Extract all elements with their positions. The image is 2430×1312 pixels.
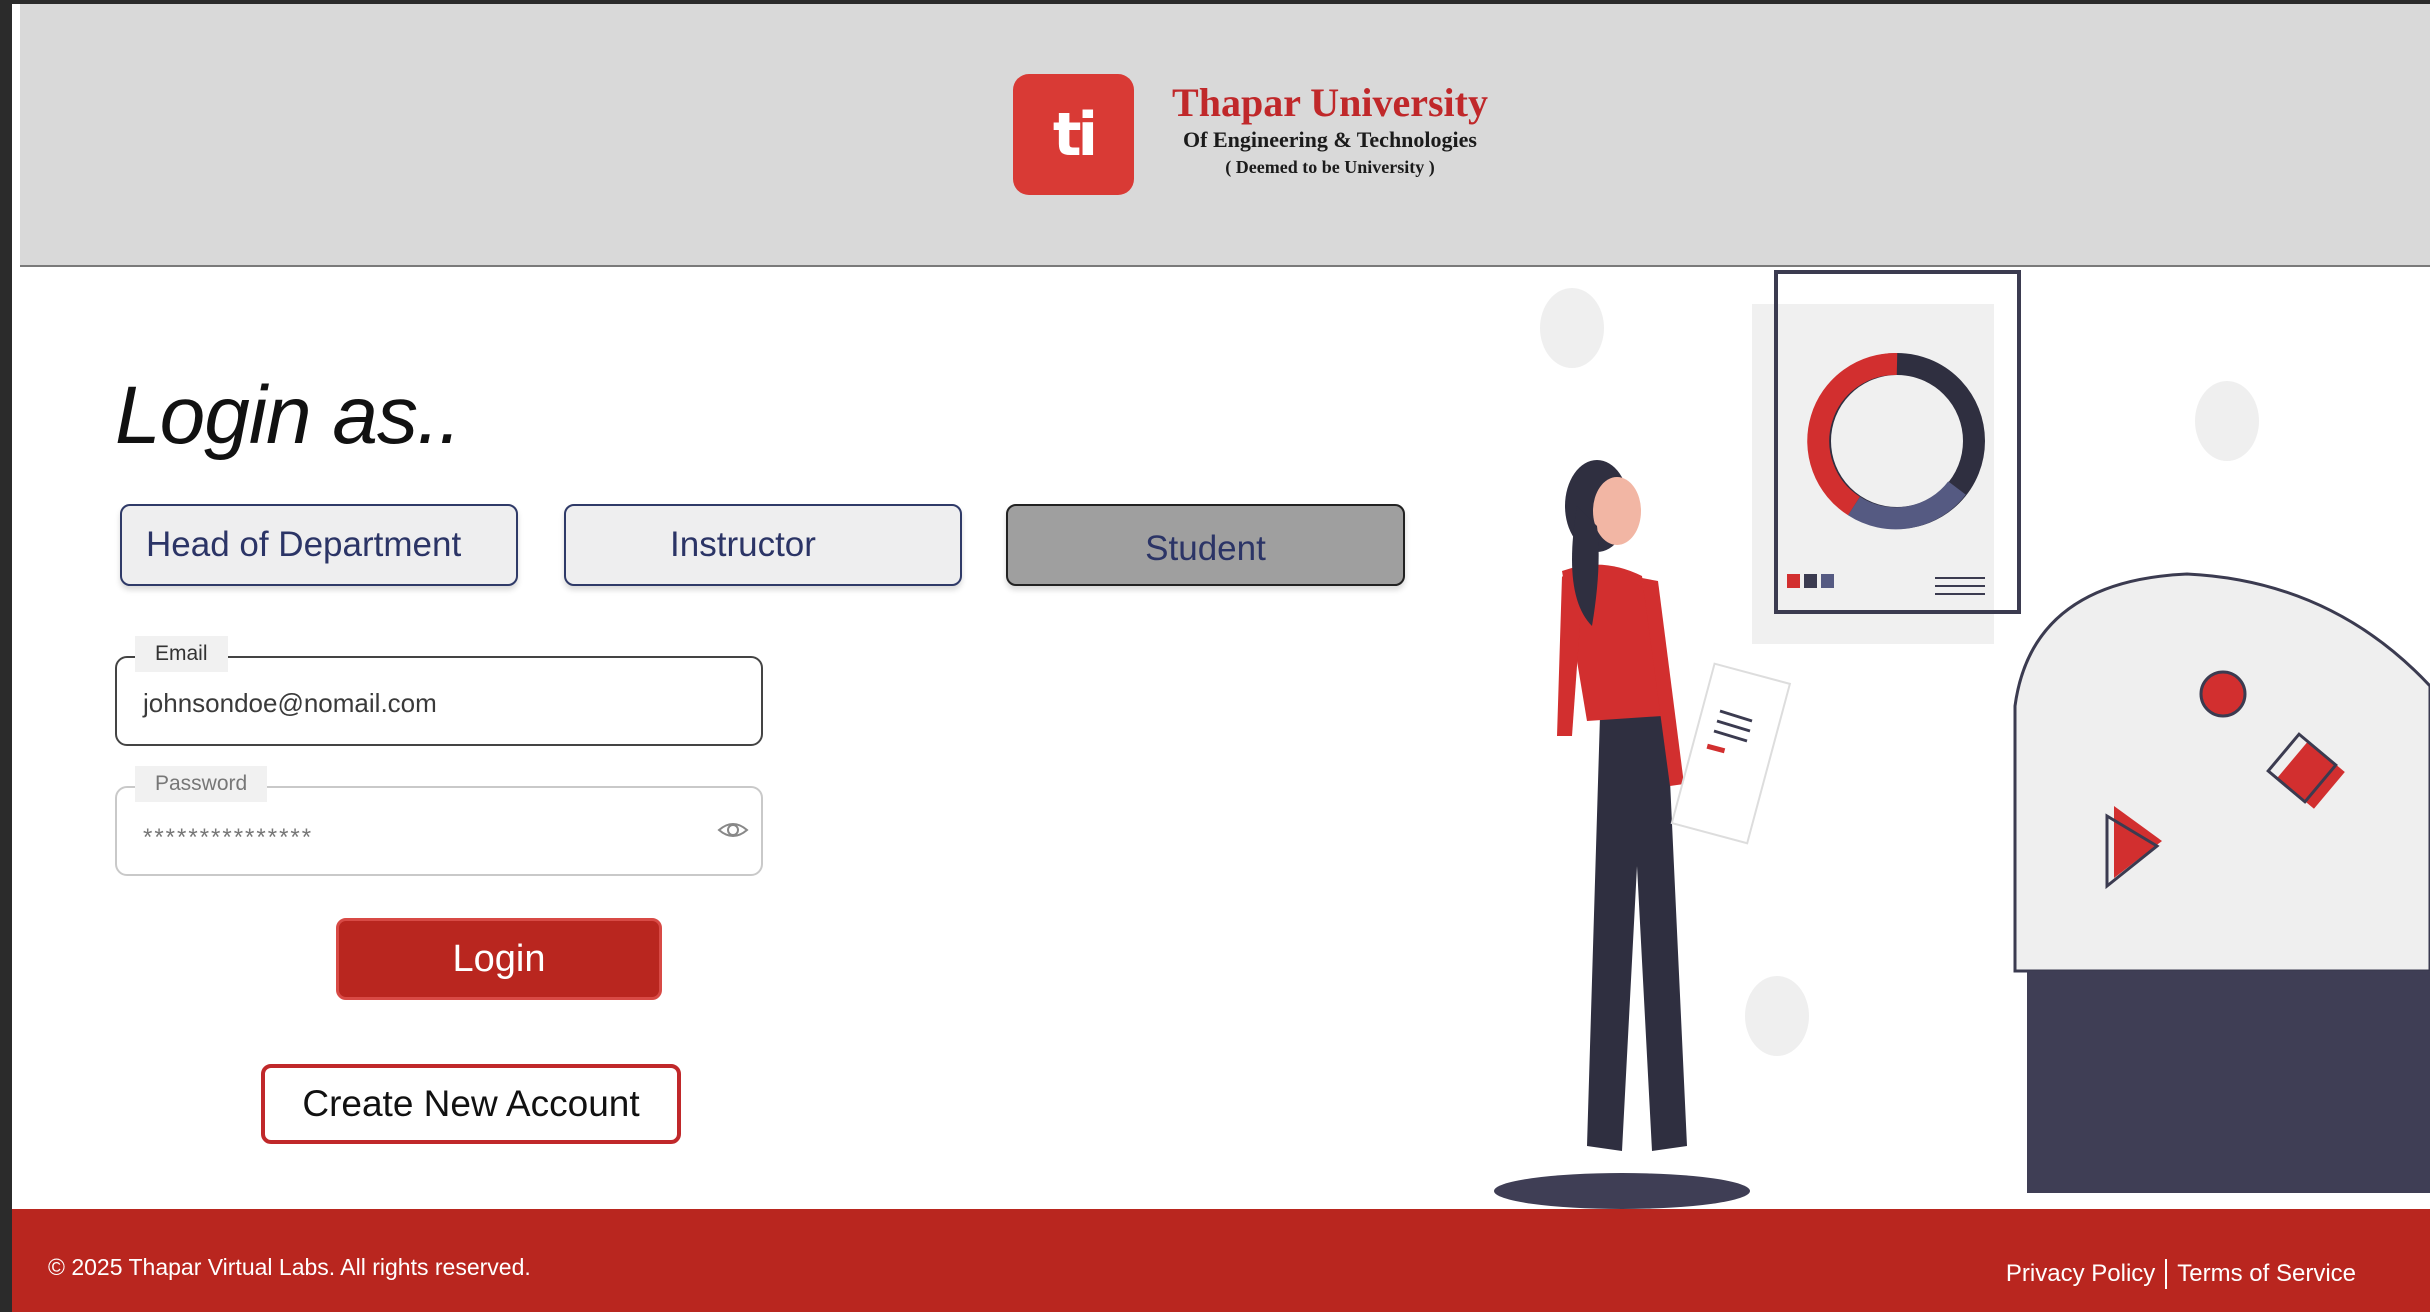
terms-of-service-link[interactable]: Terms of Service bbox=[2177, 1260, 2356, 1288]
role-instructor-button[interactable]: Instructor bbox=[564, 504, 962, 586]
brand-block: Thapar University Of Engineering & Techn… bbox=[1160, 80, 1500, 180]
brand-note: ( Deemed to be University ) bbox=[1225, 157, 1435, 177]
password-value[interactable]: *************** bbox=[143, 824, 313, 852]
footer: © 2025 Thapar Virtual Labs. All rights r… bbox=[12, 1209, 2430, 1312]
page: ti Thapar University Of Engineering & Te… bbox=[12, 4, 2430, 1312]
role-student-button[interactable]: Student bbox=[1006, 504, 1405, 586]
role-head-of-department-button[interactable]: Head of Department bbox=[120, 504, 518, 586]
header: ti Thapar University Of Engineering & Te… bbox=[20, 4, 2430, 267]
password-label: Password bbox=[135, 766, 268, 802]
brand-title: Thapar University bbox=[1172, 80, 1488, 125]
role-label: Student bbox=[1145, 529, 1266, 568]
footer-links: Privacy Policy Terms of Service bbox=[2006, 1259, 2356, 1289]
logo-text: ti bbox=[1052, 99, 1098, 170]
brand-subtitle: Of Engineering & Technologies bbox=[1183, 127, 1477, 152]
footer-separator bbox=[2165, 1259, 2168, 1289]
password-field[interactable]: Password *************** bbox=[115, 766, 763, 876]
privacy-policy-link[interactable]: Privacy Policy bbox=[2006, 1260, 2155, 1288]
role-label: Instructor bbox=[670, 525, 816, 564]
create-account-button[interactable]: Create New Account bbox=[261, 1064, 681, 1144]
copyright-text: © 2025 Thapar Virtual Labs. All rights r… bbox=[48, 1254, 531, 1280]
email-value[interactable]: johnsondoe@nomail.com bbox=[143, 688, 437, 719]
email-field[interactable]: Email johnsondoe@nomail.com bbox=[115, 636, 763, 746]
login-button-label: Login bbox=[452, 937, 546, 980]
login-title: Login as.. bbox=[115, 370, 462, 461]
login-button[interactable]: Login bbox=[336, 918, 662, 1000]
university-logo: ti bbox=[1013, 74, 1134, 195]
email-label: Email bbox=[135, 636, 228, 672]
create-account-label: Create New Account bbox=[302, 1083, 640, 1124]
login-illustration bbox=[1494, 270, 2430, 1209]
role-label: Head of Department bbox=[146, 525, 462, 564]
eye-icon[interactable] bbox=[717, 818, 749, 842]
